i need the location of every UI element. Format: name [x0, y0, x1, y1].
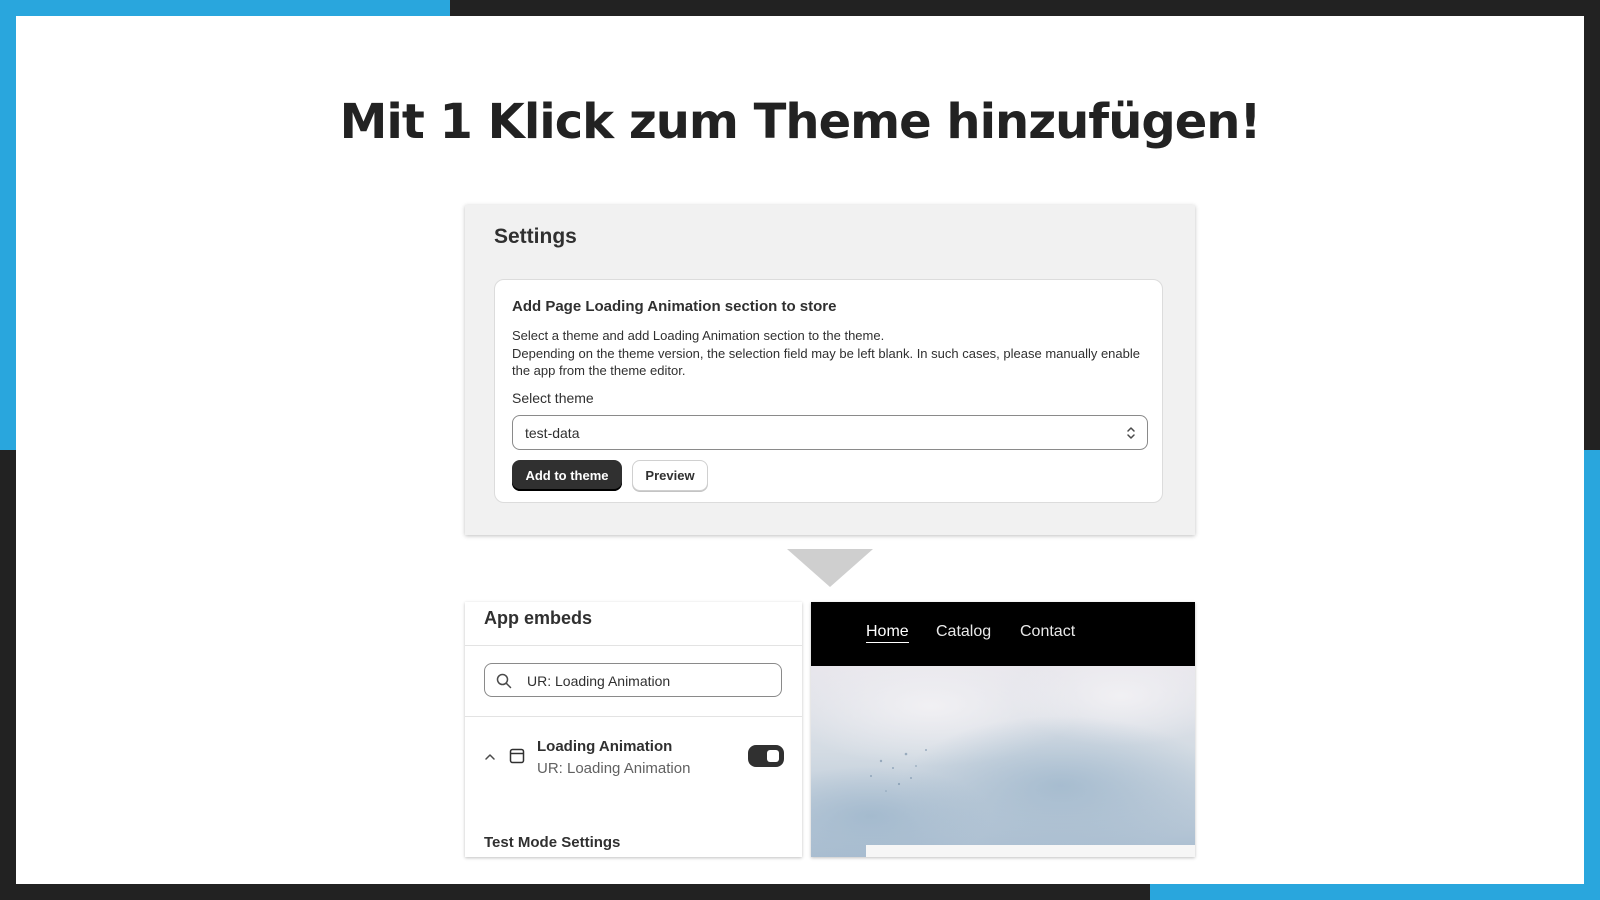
- frame-accent-bottom: [1150, 884, 1600, 900]
- app-window-icon: [509, 748, 525, 764]
- embed-item-name: Loading Animation: [537, 738, 673, 755]
- down-arrow-icon: [787, 549, 873, 587]
- select-chevrons-icon: [1127, 427, 1135, 439]
- card-description-line-2: Depending on the theme version, the sele…: [512, 345, 1140, 379]
- content-card-edge: [866, 845, 1195, 857]
- embed-item-loading-animation: Loading Animation UR: Loading Animation: [465, 732, 802, 792]
- select-theme-label: Select theme: [512, 390, 594, 406]
- embed-item-subtitle: UR: Loading Animation: [537, 760, 691, 777]
- divider: [465, 645, 802, 646]
- search-value: UR: Loading Animation: [527, 673, 671, 689]
- preview-button[interactable]: Preview: [632, 460, 708, 491]
- settings-panel: Settings Add Page Loading Animation sect…: [465, 205, 1195, 535]
- nav-contact-link[interactable]: Contact: [1020, 623, 1075, 641]
- nav-catalog-link[interactable]: Catalog: [936, 623, 991, 641]
- theme-select-value: test-data: [525, 425, 580, 441]
- add-to-theme-button[interactable]: Add to theme: [512, 460, 622, 491]
- store-nav: Home Catalog Contact: [811, 602, 1195, 666]
- app-embeds-title: App embeds: [484, 608, 593, 628]
- frame-accent-top: [0, 0, 450, 16]
- page-title: Mit 1 Klick zum Theme hinzufügen!: [339, 94, 1262, 150]
- nav-home-link[interactable]: Home: [866, 623, 909, 643]
- test-mode-settings-label: Test Mode Settings: [484, 834, 621, 851]
- card-description: Select a theme and add Loading Animation…: [512, 327, 1152, 380]
- toggle-knob: [767, 750, 779, 762]
- settings-title: Settings: [494, 225, 577, 248]
- frame-accent-right: [1584, 450, 1600, 900]
- slide-canvas: Mit 1 Klick zum Theme hinzufügen! Settin…: [16, 16, 1584, 884]
- store-preview: Home Catalog Contact: [811, 602, 1195, 857]
- card-title: Add Page Loading Animation section to st…: [512, 298, 837, 315]
- theme-select[interactable]: test-data: [512, 415, 1148, 450]
- embed-enable-toggle[interactable]: [748, 745, 784, 767]
- search-icon: [496, 673, 512, 689]
- add-section-card: Add Page Loading Animation section to st…: [494, 279, 1163, 503]
- frame-accent-left: [0, 0, 16, 450]
- app-embeds-panel: App embeds UR: Loading Animation Loading…: [465, 602, 802, 857]
- chevron-up-icon[interactable]: [484, 752, 496, 762]
- divider: [465, 716, 802, 717]
- search-input[interactable]: UR: Loading Animation: [484, 663, 782, 697]
- card-description-line-1: Select a theme and add Loading Animation…: [512, 328, 885, 343]
- hero-image: [811, 666, 1195, 857]
